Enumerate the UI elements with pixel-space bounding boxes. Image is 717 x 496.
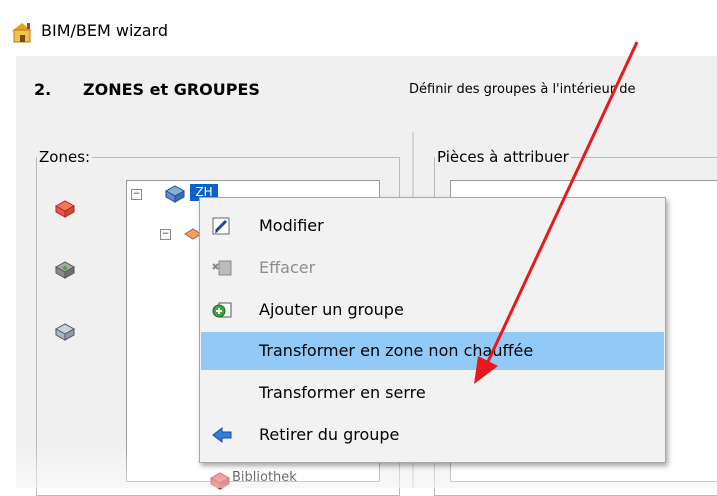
tree-item-bibliothek[interactable]: Bibliothek xyxy=(232,470,297,486)
menu-item-transformer-zone-non-chauffee[interactable]: Transformer en zone non chauffée xyxy=(201,332,664,370)
step-description: Définir des groupes à l'intérieur de xyxy=(409,82,636,97)
greenhouse-zone-icon[interactable] xyxy=(54,321,76,341)
title-bar: BIM/BEM wizard xyxy=(0,0,717,56)
pieces-legend: Pièces à attribuer xyxy=(437,148,569,166)
menu-item-transformer-serre[interactable]: Transformer en serre xyxy=(201,374,664,412)
tree-collapse-toggle-child[interactable]: − xyxy=(160,229,171,240)
arrow-left-icon xyxy=(212,426,232,444)
menu-item-ajouter-groupe[interactable]: Ajouter un groupe xyxy=(201,291,664,329)
step-number: 2. xyxy=(34,80,52,99)
window-title: BIM/BEM wizard xyxy=(41,21,169,40)
menu-item-label: Modifier xyxy=(259,216,324,235)
menu-item-label: Ajouter un groupe xyxy=(259,300,404,319)
menu-item-label: Effacer xyxy=(259,258,316,277)
menu-item-effacer[interactable]: Effacer xyxy=(201,249,664,287)
house-icon xyxy=(12,23,32,43)
zones-legend: Zones: xyxy=(39,148,91,166)
edit-icon xyxy=(212,217,230,235)
menu-item-label: Transformer en serre xyxy=(259,383,426,402)
tree-collapse-toggle[interactable]: − xyxy=(131,189,142,200)
menu-item-retirer-groupe[interactable]: Retirer du groupe xyxy=(201,416,664,454)
menu-item-label: Transformer en zone non chauffée xyxy=(259,341,534,360)
step-header: 2. ZONES et GROUPES Définir des groupes … xyxy=(16,56,717,124)
add-group-icon xyxy=(212,302,232,318)
menu-item-modifier[interactable]: Modifier xyxy=(201,207,664,245)
room-icon xyxy=(209,472,231,490)
unheated-zone-icon[interactable] xyxy=(54,259,76,279)
heated-zone-icon[interactable] xyxy=(54,198,76,218)
context-menu: Modifier Effacer Ajouter un groupe Trans… xyxy=(199,197,666,463)
step-title: ZONES et GROUPES xyxy=(83,80,260,99)
delete-icon xyxy=(212,260,232,276)
zone-icon xyxy=(164,185,186,203)
menu-item-label: Retirer du groupe xyxy=(259,425,400,444)
